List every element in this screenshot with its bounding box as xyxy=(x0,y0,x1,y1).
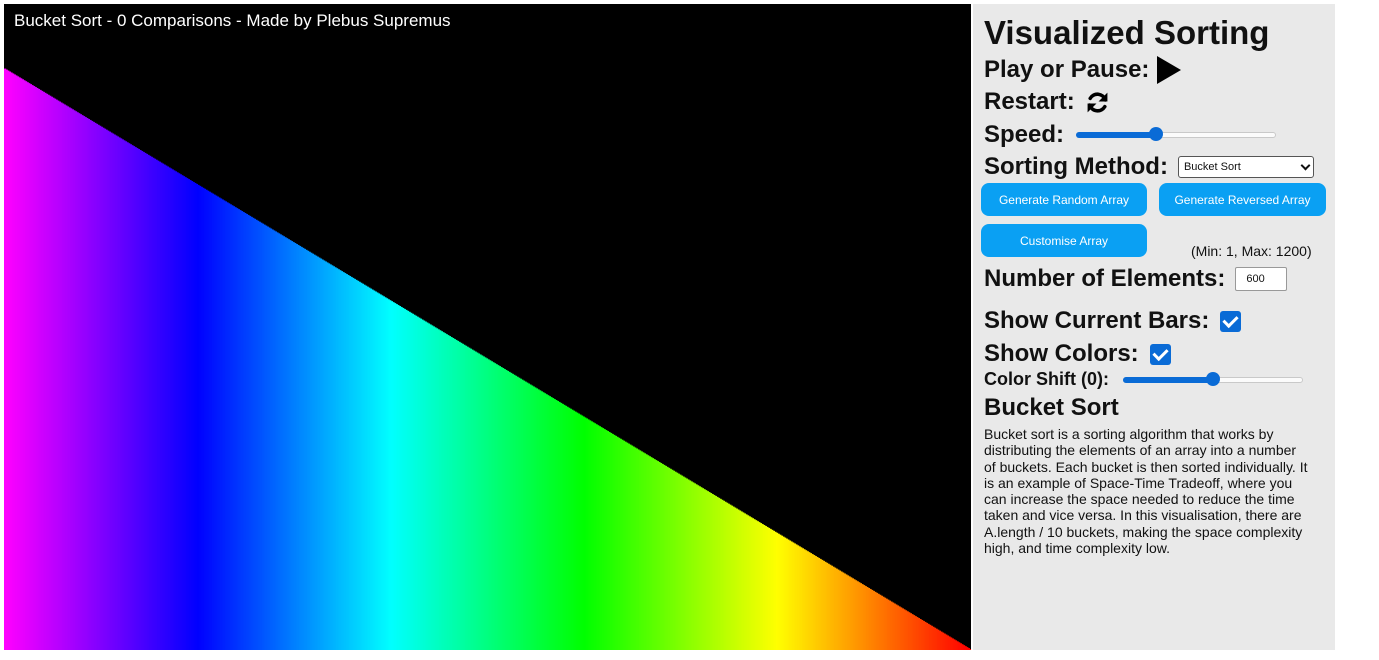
speed-slider[interactable] xyxy=(1076,127,1277,143)
method-row: Sorting Method: Bucket Sort xyxy=(984,153,1314,181)
description-text: Bucket sort is a sorting algorithm that … xyxy=(984,426,1308,557)
canvas-title: Bucket Sort - 0 Comparisons - Made by Pl… xyxy=(14,11,451,30)
speed-label: Speed: xyxy=(984,121,1065,148)
speed-row: Speed: xyxy=(984,121,1277,149)
elements-row: Number of Elements: 600 xyxy=(984,265,1288,293)
check-icon xyxy=(1222,311,1240,328)
speed-slider-thumb[interactable] xyxy=(1149,127,1164,141)
chevron-down-icon xyxy=(1300,160,1311,171)
range-note: (Min: 1, Max: 1200) xyxy=(1191,243,1312,259)
show-bars-checkbox[interactable] xyxy=(1220,310,1242,332)
restart-row: Restart: xyxy=(984,88,1110,116)
colors-label: Show Colors: xyxy=(984,340,1139,367)
color-shift-slider[interactable] xyxy=(1122,371,1303,388)
app-title: Visualized Sorting xyxy=(984,14,1270,51)
show-colors-checkbox[interactable] xyxy=(1149,343,1171,365)
bars-row: Show Current Bars: xyxy=(984,307,1242,335)
generate-random-button[interactable]: Generate Random Array xyxy=(981,183,1147,216)
sorting-method-select[interactable]: Bucket Sort xyxy=(1177,156,1314,178)
shift-label: Color Shift (0): xyxy=(984,369,1109,389)
generate-reversed-button[interactable]: Generate Reversed Array xyxy=(1159,183,1326,216)
sorting-method-value: Bucket Sort xyxy=(1183,161,1241,173)
refresh-icon[interactable] xyxy=(1085,90,1110,115)
play-row: Play or Pause: xyxy=(984,56,1182,84)
description-title: Bucket Sort xyxy=(984,394,1119,421)
elements-input[interactable]: 600 xyxy=(1235,267,1288,291)
bar xyxy=(969,649,971,650)
play-label: Play or Pause: xyxy=(984,56,1150,83)
customise-array-button[interactable]: Customise Array xyxy=(981,224,1147,257)
bars-label: Show Current Bars: xyxy=(984,307,1210,334)
color-shift-slider-thumb[interactable] xyxy=(1205,371,1220,386)
method-label: Sorting Method: xyxy=(984,153,1168,180)
visualization-canvas: Bucket Sort - 0 Comparisons - Made by Pl… xyxy=(4,4,971,650)
check-icon xyxy=(1152,344,1169,361)
control-panel: Visualized Sorting Play or Pause: Restar… xyxy=(973,4,1335,650)
play-icon[interactable] xyxy=(1157,56,1182,84)
colors-row: Show Colors: xyxy=(984,340,1171,368)
shift-row: Color Shift (0): xyxy=(984,369,1303,390)
restart-label: Restart: xyxy=(984,88,1075,115)
elements-label: Number of Elements: xyxy=(984,265,1226,292)
bars-chart xyxy=(4,68,971,650)
